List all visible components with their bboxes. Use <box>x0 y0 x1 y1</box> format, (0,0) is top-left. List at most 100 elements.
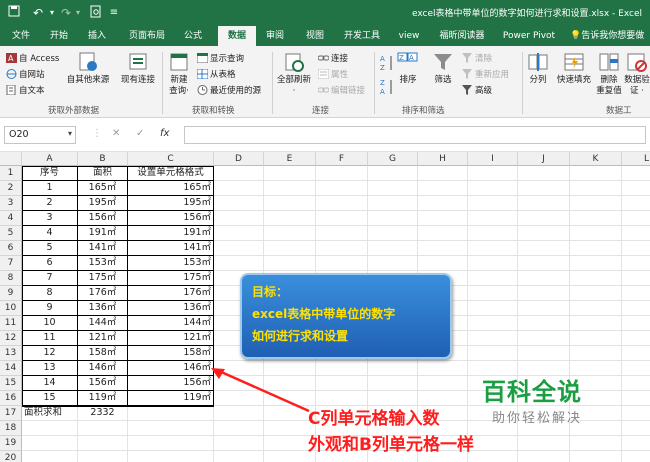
properties-button[interactable]: 属性 <box>318 68 348 80</box>
cell-a6[interactable]: 5 <box>22 241 77 256</box>
cell-c9[interactable]: 176㎡ <box>128 286 213 301</box>
edit-links-button[interactable]: 编辑链接 <box>318 84 365 96</box>
cell-b2[interactable]: 165㎡ <box>78 181 127 196</box>
row-header[interactable]: 17 <box>0 406 22 421</box>
cell-a8[interactable]: 7 <box>22 271 77 286</box>
row-header[interactable]: 5 <box>0 226 22 241</box>
row-header[interactable]: 15 <box>0 376 22 391</box>
cell-b17[interactable]: 2332 <box>78 406 127 421</box>
cell-a3[interactable]: 2 <box>22 196 77 211</box>
row-header[interactable]: 18 <box>0 421 22 436</box>
from-web-button[interactable]: 自网站 <box>6 68 45 80</box>
cell-c2[interactable]: 165㎡ <box>128 181 213 196</box>
row-header[interactable]: 1 <box>0 166 22 181</box>
cell-b5[interactable]: 191㎡ <box>78 226 127 241</box>
tab-view[interactable]: 视图 <box>298 26 332 46</box>
cell-a19[interactable] <box>22 436 77 451</box>
cell-c5[interactable]: 191㎡ <box>128 226 213 241</box>
row-header[interactable]: 20 <box>0 451 22 462</box>
row-header[interactable]: 10 <box>0 301 22 316</box>
column-header-c[interactable]: C <box>128 152 214 166</box>
row-header[interactable]: 9 <box>0 286 22 301</box>
connections-button[interactable]: 连接 <box>318 52 348 64</box>
row-header[interactable]: 13 <box>0 346 22 361</box>
tab-page-layout[interactable]: 页面布局 <box>122 26 172 46</box>
save-icon[interactable] <box>6 5 22 21</box>
cell-c18[interactable] <box>128 421 213 436</box>
cell-b3[interactable]: 195㎡ <box>78 196 127 211</box>
column-header-l[interactable]: L <box>622 152 650 166</box>
reapply-button[interactable]: 重新应用 <box>462 68 509 80</box>
select-all-corner[interactable] <box>0 152 22 166</box>
from-other-sources-button[interactable]: 自其他来源 <box>62 51 114 86</box>
row-header[interactable]: 8 <box>0 271 22 286</box>
cell-b11[interactable]: 144㎡ <box>78 316 127 331</box>
tab-power-pivot[interactable]: Power Pivot <box>498 26 560 46</box>
cell-a1[interactable]: 序号 <box>22 166 77 181</box>
cell-c8[interactable]: 175㎡ <box>128 271 213 286</box>
cell-c13[interactable]: 158㎡ <box>128 346 213 361</box>
tab-review[interactable]: 审阅 <box>258 26 292 46</box>
column-header-h[interactable]: H <box>418 152 468 166</box>
text-to-columns-button[interactable]: 分列 <box>526 51 550 86</box>
formula-input[interactable] <box>184 126 646 144</box>
cell-c6[interactable]: 141㎡ <box>128 241 213 256</box>
cell-b8[interactable]: 175㎡ <box>78 271 127 286</box>
row-header[interactable]: 3 <box>0 196 22 211</box>
cell-b19[interactable] <box>78 436 127 451</box>
row-header[interactable]: 4 <box>0 211 22 226</box>
cell-a2[interactable]: 1 <box>22 181 77 196</box>
cell-a13[interactable]: 12 <box>22 346 77 361</box>
redo-dropdown-icon[interactable]: ▾ <box>70 5 86 21</box>
cell-c16[interactable]: 119㎡ <box>128 391 213 406</box>
column-header-d[interactable]: D <box>214 152 264 166</box>
remove-duplicates-button[interactable]: 删除 重复值 <box>594 51 624 97</box>
tab-formulas[interactable]: 公式 <box>176 26 210 46</box>
cell-b16[interactable]: 119㎡ <box>78 391 127 406</box>
recent-sources-button[interactable]: 最近使用的源 <box>197 84 261 96</box>
cell-b12[interactable]: 121㎡ <box>78 331 127 346</box>
refresh-all-button[interactable]: 全部刷新 · <box>274 51 314 97</box>
cell-b13[interactable]: 158㎡ <box>78 346 127 361</box>
cell-a9[interactable]: 8 <box>22 286 77 301</box>
print-preview-icon[interactable] <box>88 5 104 21</box>
cell-a7[interactable]: 6 <box>22 256 77 271</box>
cell-b4[interactable]: 156㎡ <box>78 211 127 226</box>
sort-za-button[interactable]: ZA <box>380 78 394 99</box>
sort-az-button[interactable]: AZ <box>380 54 394 75</box>
column-header-g[interactable]: G <box>368 152 418 166</box>
tab-data[interactable]: 数据 <box>218 26 256 46</box>
column-header-f[interactable]: F <box>316 152 368 166</box>
cell-c3[interactable]: 195㎡ <box>128 196 213 211</box>
tab-developer[interactable]: 开发工具 <box>338 26 386 46</box>
cell-a15[interactable]: 14 <box>22 376 77 391</box>
sort-button[interactable]: ZA 排序 <box>396 51 420 86</box>
from-table-button[interactable]: 从表格 <box>197 68 236 80</box>
cell-b18[interactable] <box>78 421 127 436</box>
cell-b6[interactable]: 141㎡ <box>78 241 127 256</box>
column-header-b[interactable]: B <box>78 152 128 166</box>
filter-button[interactable]: 筛选 <box>428 51 458 86</box>
name-box-dropdown-icon[interactable]: ▾ <box>68 129 72 138</box>
new-query-button[interactable]: 新建 查询· <box>164 51 194 97</box>
from-text-button[interactable]: 自文本 <box>6 84 45 96</box>
flash-fill-button[interactable]: 快速填充 <box>554 51 594 86</box>
cell-c7[interactable]: 153㎡ <box>128 256 213 271</box>
cell-a16[interactable]: 15 <box>22 391 77 406</box>
cell-a5[interactable]: 4 <box>22 226 77 241</box>
cell-b10[interactable]: 136㎡ <box>78 301 127 316</box>
column-header-e[interactable]: E <box>264 152 316 166</box>
cell-c17[interactable] <box>128 406 213 421</box>
show-queries-button[interactable]: 显示查询 <box>197 52 244 64</box>
column-header-j[interactable]: J <box>518 152 570 166</box>
enter-entry-icon[interactable]: ✓ <box>136 128 144 139</box>
insert-function-icon[interactable]: fx <box>160 128 169 139</box>
cell-a17[interactable]: 面积求和 <box>22 406 77 421</box>
cell-c15[interactable]: 156㎡ <box>128 376 213 391</box>
column-header-a[interactable]: A <box>22 152 78 166</box>
name-box[interactable]: O20 ▾ <box>4 126 76 144</box>
cell-c19[interactable] <box>128 436 213 451</box>
cell-c12[interactable]: 121㎡ <box>128 331 213 346</box>
row-header[interactable]: 19 <box>0 436 22 451</box>
cell-a11[interactable]: 10 <box>22 316 77 331</box>
